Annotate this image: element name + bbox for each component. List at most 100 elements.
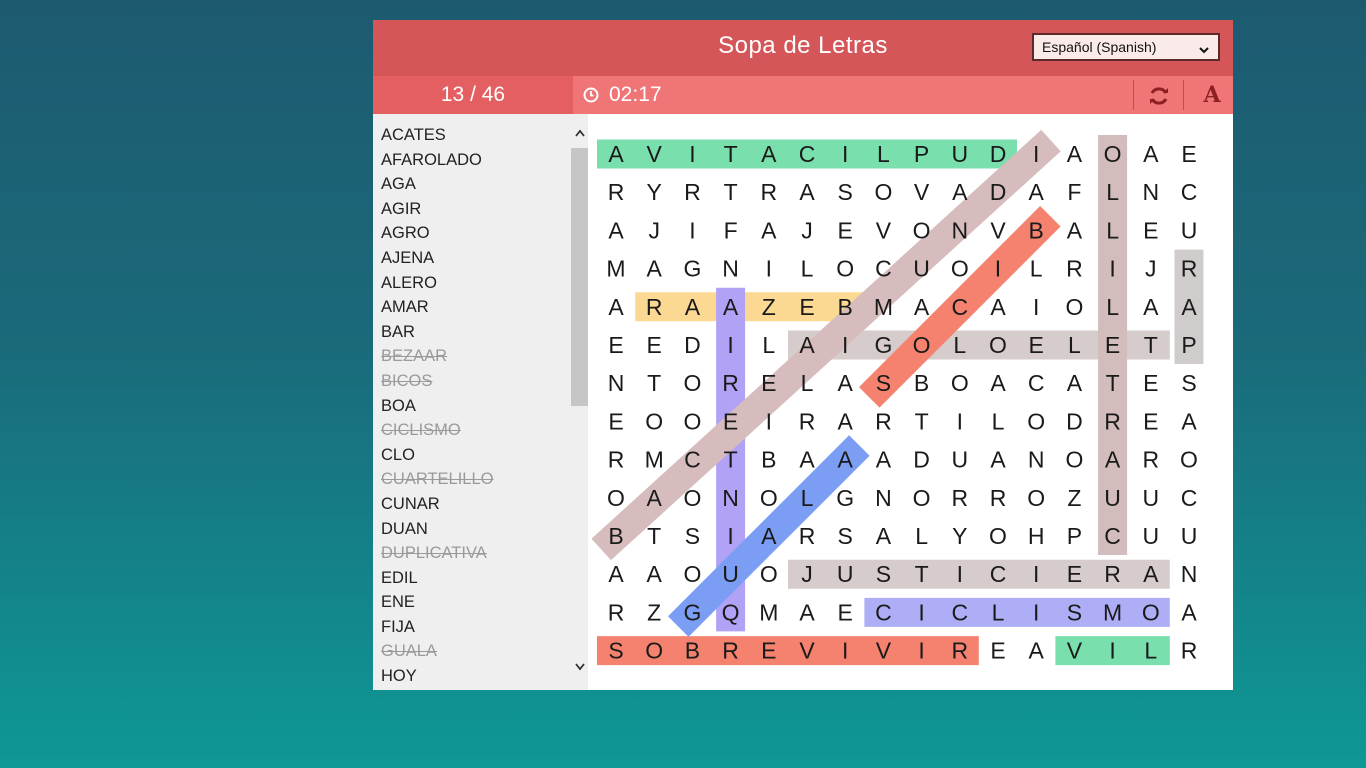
grid-letter[interactable]: O [913, 217, 931, 243]
grid-letter[interactable]: U [913, 256, 930, 282]
grid-letter[interactable]: E [990, 638, 1005, 664]
grid-letter[interactable]: S [685, 523, 700, 549]
grid-letter[interactable]: U [837, 561, 854, 587]
grid-letter[interactable]: A [1067, 141, 1083, 167]
grid-letter[interactable]: A [761, 141, 777, 167]
grid-letter[interactable]: O [874, 179, 892, 205]
grid-letter[interactable]: R [608, 179, 625, 205]
grid-letter[interactable]: I [1109, 256, 1115, 282]
grid-letter[interactable]: E [1143, 217, 1158, 243]
grid-letter[interactable]: I [766, 408, 772, 434]
grid-letter[interactable]: E [1105, 332, 1120, 358]
grid-letter[interactable]: A [608, 561, 624, 587]
grid-letter[interactable]: R [951, 485, 968, 511]
grid-letter[interactable]: L [801, 256, 814, 282]
grid-letter[interactable]: E [723, 408, 738, 434]
grid-letter[interactable]: E [608, 332, 623, 358]
grid-letter[interactable]: A [1105, 447, 1121, 473]
grid-letter[interactable]: A [914, 294, 930, 320]
grid-letter[interactable]: E [838, 217, 853, 243]
grid-letter[interactable]: L [1068, 332, 1081, 358]
grid-letter[interactable]: R [1104, 561, 1121, 587]
grid-letter[interactable]: A [876, 523, 892, 549]
grid-letter[interactable]: A [608, 217, 624, 243]
grid-letter[interactable]: N [722, 256, 739, 282]
grid-letter[interactable]: I [689, 217, 695, 243]
grid-letter[interactable]: U [951, 447, 968, 473]
grid-letter[interactable]: N [1181, 561, 1198, 587]
grid-letter[interactable]: A [990, 370, 1006, 396]
grid-letter[interactable]: L [992, 599, 1005, 625]
grid-letter[interactable]: M [759, 599, 778, 625]
grid-letter[interactable]: U [1142, 485, 1159, 511]
grid-letter[interactable]: R [1104, 408, 1121, 434]
grid-letter[interactable]: D [990, 141, 1007, 167]
grid-letter[interactable]: O [1180, 447, 1198, 473]
grid-letter[interactable]: E [761, 370, 776, 396]
letter-grid[interactable]: AVITACILPUDIAOAERYRTRASOVADAFLNCAJIFAJEV… [588, 114, 1233, 690]
grid-letter[interactable]: I [842, 141, 848, 167]
grid-letter[interactable]: A [990, 447, 1006, 473]
grid-letter[interactable]: E [1029, 332, 1044, 358]
grid-letter[interactable]: E [608, 408, 623, 434]
grid-letter[interactable]: O [760, 561, 778, 587]
grid-letter[interactable]: C [1104, 523, 1121, 549]
grid-letter[interactable]: V [914, 179, 930, 205]
grid-letter[interactable]: A [799, 447, 815, 473]
grid-letter[interactable]: R [875, 408, 892, 434]
grid-letter[interactable]: L [992, 408, 1005, 434]
grid-letter[interactable]: N [1028, 447, 1045, 473]
grid-letter[interactable]: M [606, 256, 625, 282]
grid-letter[interactable]: A [647, 485, 663, 511]
grid-letter[interactable]: A [1181, 294, 1197, 320]
grid-letter[interactable]: A [838, 370, 854, 396]
grid-letter[interactable]: R [608, 447, 625, 473]
grid-letter[interactable]: S [608, 638, 623, 664]
scroll-down-icon[interactable] [571, 658, 588, 678]
grid-letter[interactable]: C [1181, 179, 1198, 205]
grid-letter[interactable]: R [684, 179, 701, 205]
grid-letter[interactable]: S [1067, 599, 1082, 625]
grid-letter[interactable]: L [877, 141, 890, 167]
grid-letter[interactable]: C [990, 561, 1007, 587]
grid-letter[interactable]: R [951, 638, 968, 664]
grid-letter[interactable]: U [1142, 523, 1159, 549]
grid-letter[interactable]: C [799, 141, 816, 167]
grid-letter[interactable]: O [607, 485, 625, 511]
grid-letter[interactable]: T [915, 408, 929, 434]
grid-letter[interactable]: C [875, 599, 892, 625]
grid-letter[interactable]: E [647, 332, 662, 358]
grid-letter[interactable]: I [727, 332, 733, 358]
grid-letter[interactable]: Z [647, 599, 661, 625]
grid-letter[interactable]: L [1106, 294, 1119, 320]
grid-letter[interactable]: O [683, 408, 701, 434]
grid-letter[interactable]: R [722, 370, 739, 396]
grid-letter[interactable]: I [995, 256, 1001, 282]
grid-letter[interactable]: T [647, 370, 661, 396]
grid-letter[interactable]: A [1029, 638, 1045, 664]
grid-letter[interactable]: U [1181, 523, 1198, 549]
grid-letter[interactable]: I [766, 256, 772, 282]
grid-letter[interactable]: L [915, 523, 928, 549]
grid-letter[interactable]: G [874, 332, 892, 358]
grid-letter[interactable]: L [953, 332, 966, 358]
language-select[interactable]: Español (Spanish) [1032, 33, 1220, 61]
grid-letter[interactable]: R [646, 294, 663, 320]
grid-letter[interactable]: R [990, 485, 1007, 511]
grid-letter[interactable]: I [918, 638, 924, 664]
grid-letter[interactable]: R [608, 599, 625, 625]
grid-letter[interactable]: C [1181, 485, 1198, 511]
grid-letter[interactable]: L [1144, 638, 1157, 664]
grid-letter[interactable]: A [1029, 179, 1045, 205]
grid-letter[interactable]: R [722, 638, 739, 664]
grid-letter[interactable]: A [608, 294, 624, 320]
grid-letter[interactable]: V [990, 217, 1006, 243]
grid-letter[interactable]: O [645, 408, 663, 434]
grid-letter[interactable]: R [1181, 638, 1198, 664]
grid-letter[interactable]: O [989, 523, 1007, 549]
grid-letter[interactable]: E [1143, 370, 1158, 396]
grid-letter[interactable]: O [951, 370, 969, 396]
grid-letter[interactable]: O [645, 638, 663, 664]
grid-letter[interactable]: A [1067, 370, 1083, 396]
grid-letter[interactable]: T [724, 179, 738, 205]
